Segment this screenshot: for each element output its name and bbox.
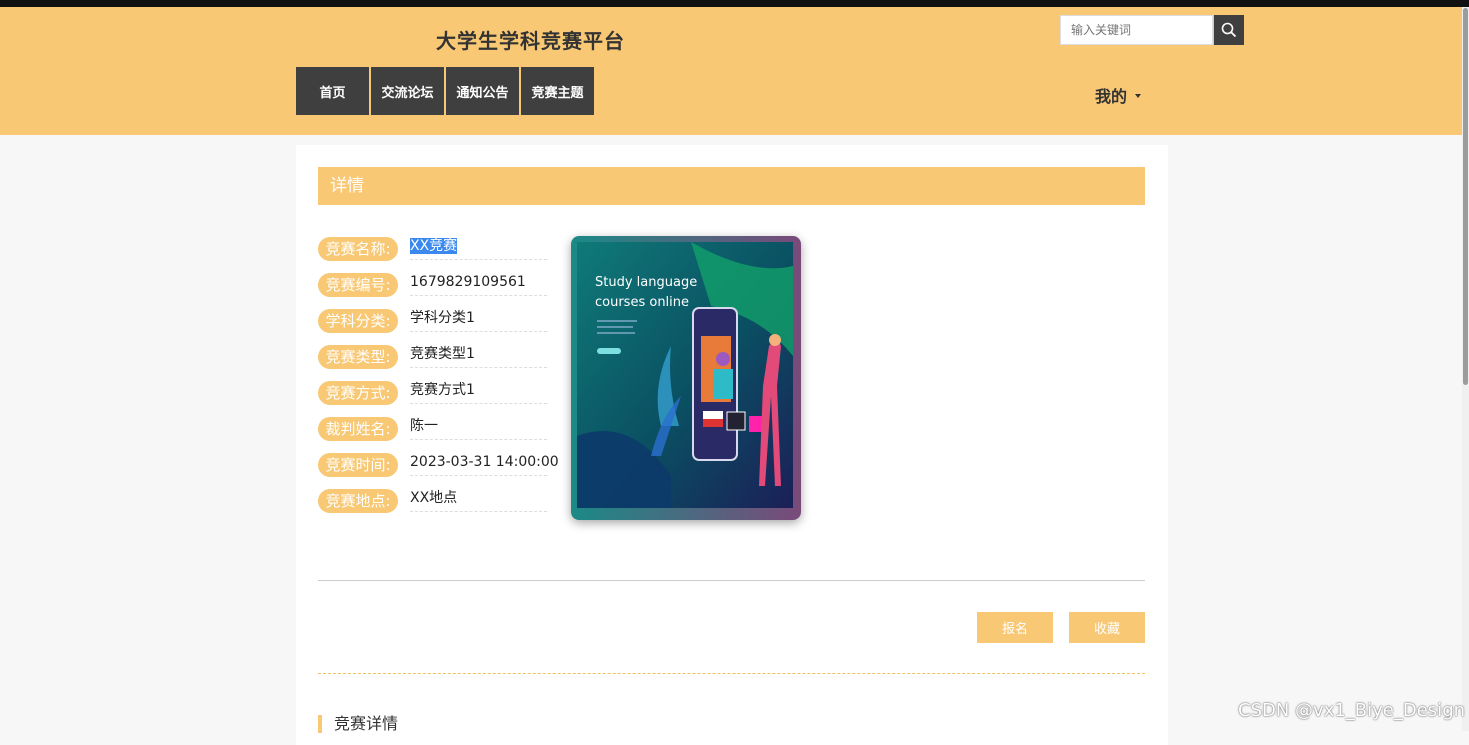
user-menu[interactable]: 我的 [1095,83,1142,107]
competition-cover-image: Study language courses online [571,236,801,520]
signup-button[interactable]: 报名 [977,612,1053,643]
field-value: XX竞赛 [410,233,547,260]
field-label: 学科分类: [318,309,398,333]
main-nav: 首页 交流论坛 通知公告 竞赛主题 [296,67,594,115]
field-value: 陈一 [410,413,547,440]
field-label: 竞赛时间: [318,453,398,477]
nav-notices[interactable]: 通知公告 [446,67,519,115]
field-label: 竞赛编号: [318,273,398,297]
dashed-divider [318,673,1145,674]
user-menu-label: 我的 [1095,87,1128,106]
field-label: 竞赛地点: [318,489,398,513]
detail-heading: 详情 [318,167,1145,205]
nav-forum[interactable]: 交流论坛 [371,67,444,115]
site-title: 大学生学科竞赛平台 [436,29,625,53]
cover-title-line1: Study language [595,275,697,290]
field-label: 裁判姓名: [318,417,398,441]
section-divider [318,580,1145,581]
field-label: 竞赛名称: [318,237,398,261]
field-label: 竞赛方式: [318,381,398,405]
search-input[interactable] [1060,15,1213,45]
detail-card: 详情 竞赛名称: XX竞赛 竞赛编号: 1679829109561 学科分类: … [296,145,1168,745]
scrollbar-thumb[interactable] [1463,8,1468,385]
field-value: 竞赛方式1 [410,377,547,404]
field-value: 竞赛类型1 [410,341,547,368]
site-header: 大学生学科竞赛平台 首页 交流论坛 通知公告 竞赛主题 我的 [0,7,1469,135]
window-top-edge [0,0,1469,7]
search-button[interactable] [1214,15,1244,45]
field-value: 1679829109561 [410,269,547,296]
cover-title-line2: courses online [595,295,689,310]
field-value: 学科分类1 [410,305,547,332]
caret-down-icon [1135,94,1142,98]
field-value: 2023-03-31 14:00:00 [410,449,559,476]
competition-details-heading: 竞赛详情 [318,715,398,733]
nav-competition-topics[interactable]: 竞赛主题 [521,67,594,115]
nav-home[interactable]: 首页 [296,67,369,115]
search-icon [1221,22,1237,38]
field-value: XX地点 [410,485,547,512]
favorite-button[interactable]: 收藏 [1069,612,1145,643]
field-label: 竞赛类型: [318,345,398,369]
watermark-text: CSDN @vx1_Biye_Design [1238,700,1466,721]
